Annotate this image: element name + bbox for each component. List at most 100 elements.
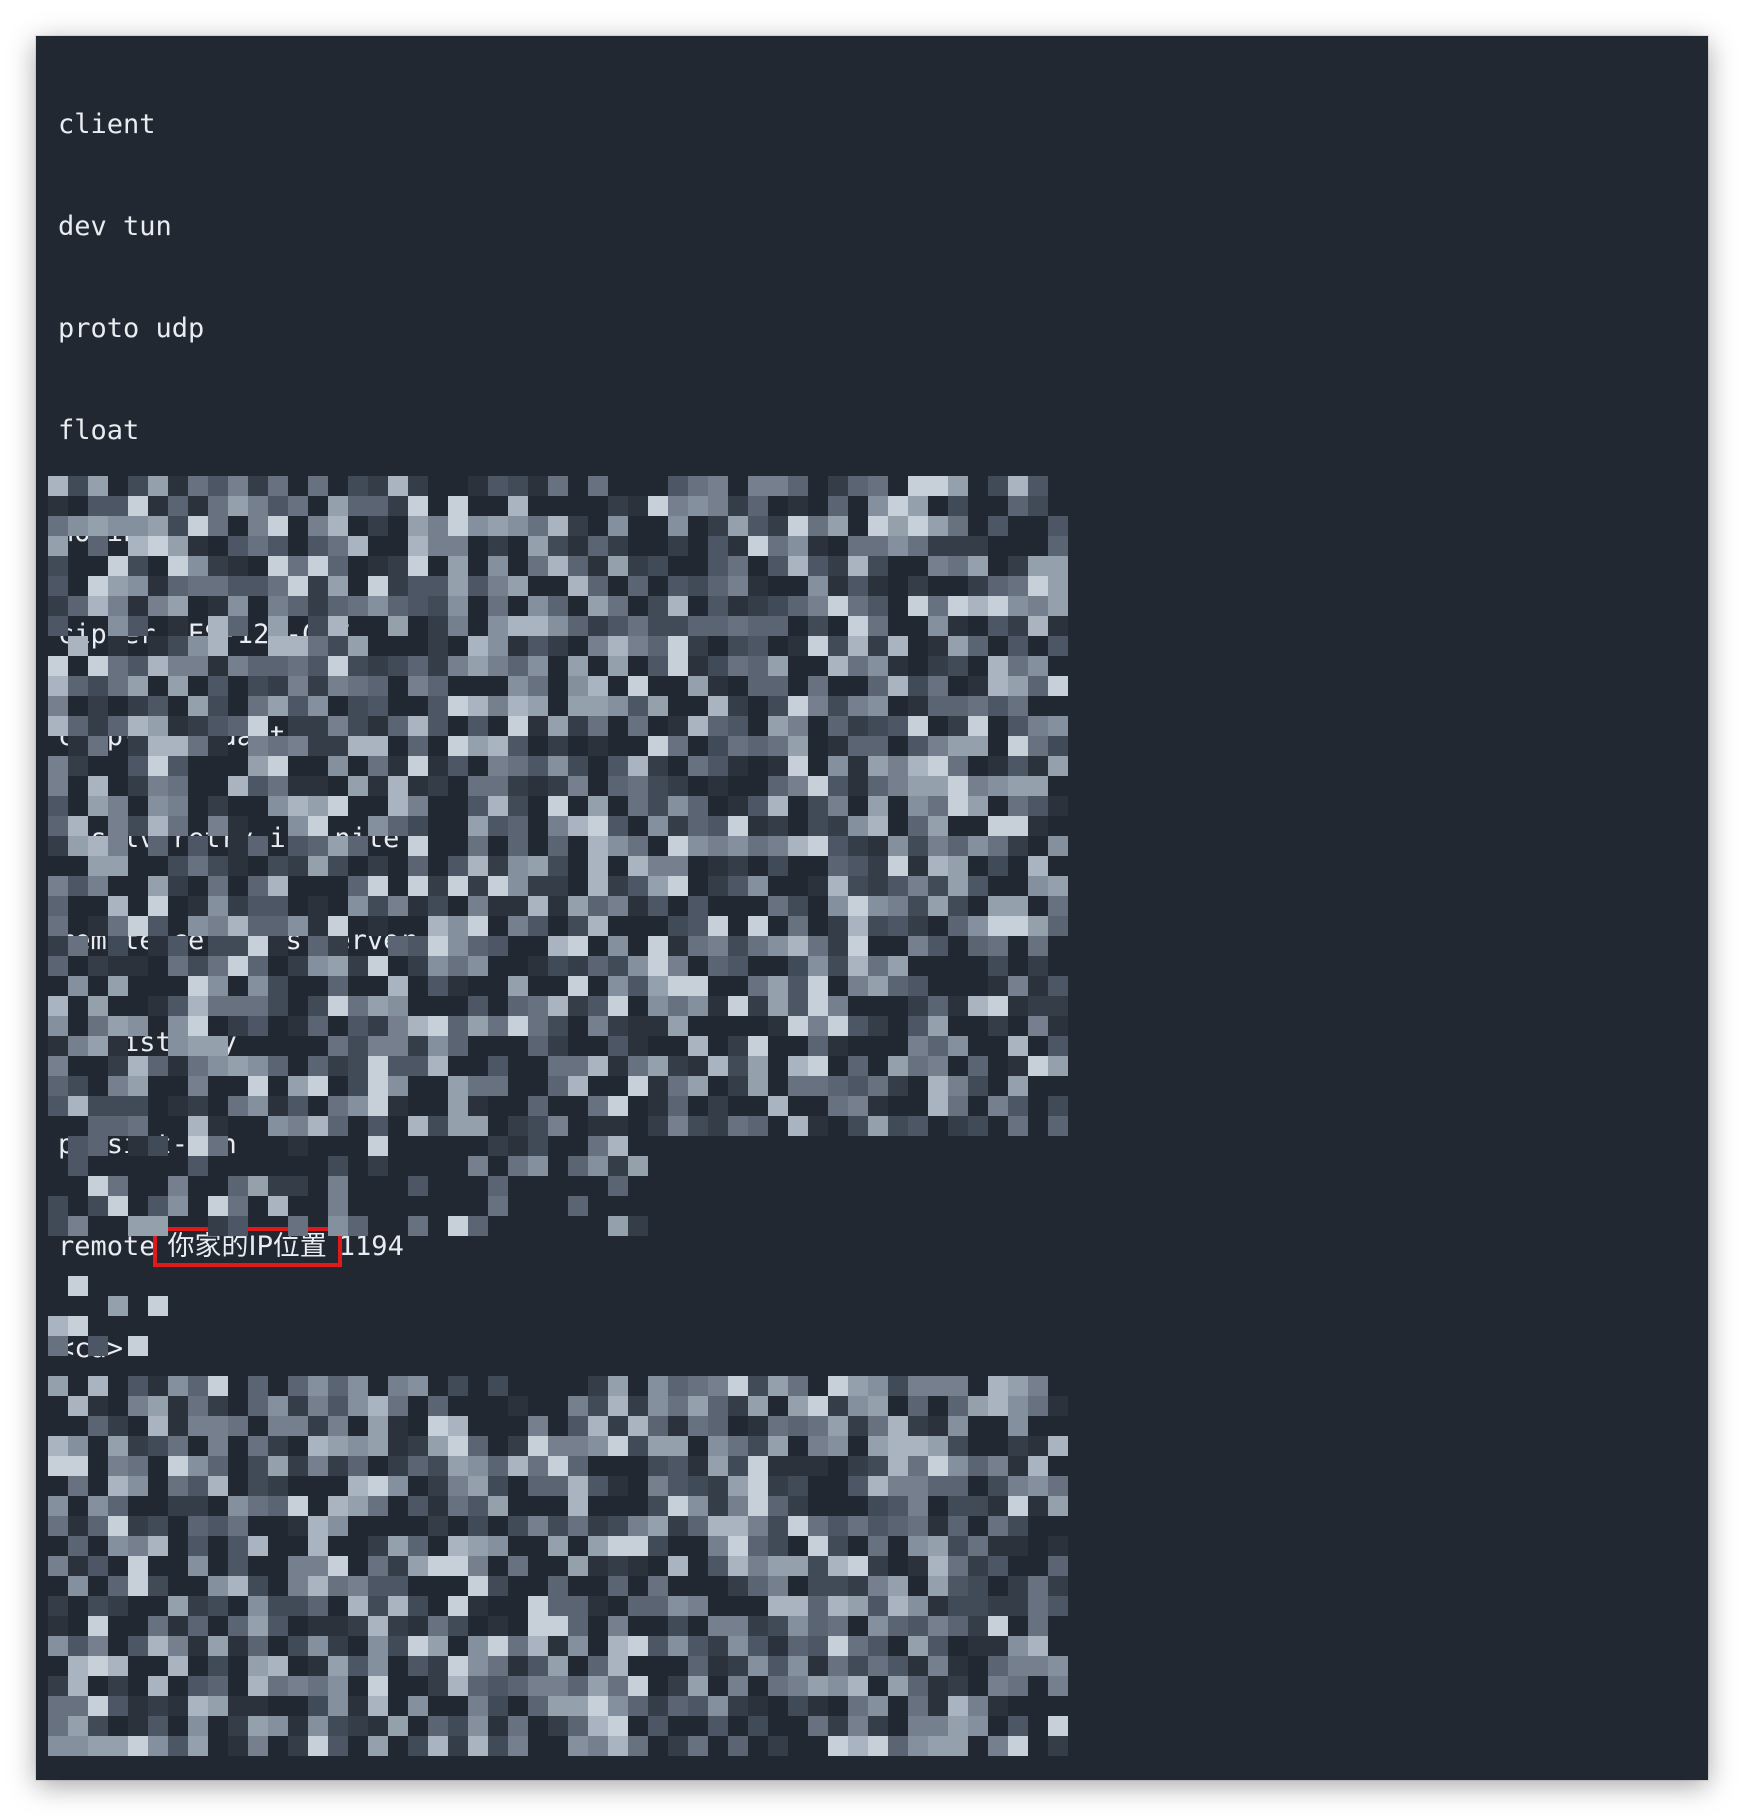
redaction-pixel [528,1016,548,1036]
redaction-pixel [308,676,328,696]
redaction-pixel [648,856,668,876]
redaction-pixel [188,476,208,496]
redaction-pixel [508,1676,528,1696]
redaction-pixel [348,736,368,756]
redaction-pixel [88,1036,108,1056]
redaction-pixel [148,656,168,676]
redaction-pixel [968,1536,988,1556]
redaction-pixel [708,716,728,736]
redaction-pixel [928,516,948,536]
redaction-pixel [1028,1656,1048,1676]
redaction-pixel [508,1636,528,1656]
redaction-pixel [548,736,568,756]
redaction-pixel [208,816,228,836]
redaction-pixel [668,1116,688,1136]
pixelated-redaction [48,476,1068,1756]
redaction-pixel [628,776,648,796]
redaction-pixel [808,1456,828,1476]
redaction-pixel [588,736,608,756]
redaction-pixel [788,1516,808,1536]
redaction-pixel [108,1196,128,1216]
redaction-pixel [168,1636,188,1656]
redaction-pixel [748,836,768,856]
redaction-pixel [328,1736,348,1756]
redaction-pixel [1008,816,1028,836]
redaction-pixel [208,1676,228,1696]
redaction-pixel [828,1416,848,1436]
redaction-pixel [468,636,488,656]
redaction-pixel [848,536,868,556]
redaction-pixel [548,716,568,736]
redaction-pixel [408,496,428,516]
redaction-pixel [828,496,848,516]
redaction-pixel [828,1556,848,1576]
redaction-pixel [48,1076,68,1096]
redaction-pixel [768,1596,788,1616]
redaction-pixel [328,1196,348,1216]
redaction-pixel [168,1416,188,1436]
redaction-pixel [228,1016,248,1036]
redaction-pixel [988,596,1008,616]
redaction-pixel [208,616,228,636]
redaction-pixel [308,696,328,716]
redaction-pixel [648,876,668,896]
redaction-pixel [908,496,928,516]
redaction-pixel [888,1676,908,1696]
redaction-pixel [508,676,528,696]
redaction-pixel [428,896,448,916]
redaction-pixel [888,896,908,916]
redaction-pixel [1048,1436,1068,1456]
redaction-pixel [188,1516,208,1536]
redaction-pixel [868,796,888,816]
redaction-pixel [988,756,1008,776]
redaction-pixel [268,736,288,756]
redaction-pixel [488,936,508,956]
redaction-pixel [908,1056,928,1076]
redaction-pixel [288,816,308,836]
redaction-pixel [748,536,768,556]
redaction-pixel [148,1296,168,1316]
redaction-pixel [588,1116,608,1136]
redaction-pixel [448,1716,468,1736]
redaction-pixel [488,896,508,916]
redaction-pixel [708,996,728,1016]
redaction-pixel [648,796,668,816]
redaction-pixel [68,1456,88,1476]
redaction-pixel [728,496,748,516]
redaction-pixel [828,736,848,756]
redaction-pixel [468,836,488,856]
redaction-pixel [188,1556,208,1576]
redaction-pixel [648,1056,668,1076]
redaction-pixel [388,496,408,516]
redaction-pixel [68,1096,88,1116]
redaction-pixel [788,916,808,936]
redaction-pixel [828,596,848,616]
redaction-pixel [48,1376,68,1396]
redaction-pixel [188,716,208,736]
redaction-pixel [388,1076,408,1096]
redaction-pixel [468,1516,488,1536]
redaction-pixel [968,716,988,736]
redaction-pixel [468,796,488,816]
redaction-pixel [1048,1576,1068,1596]
redaction-pixel [668,936,688,956]
redaction-pixel [528,1436,548,1456]
redaction-pixel [408,1556,428,1576]
redaction-pixel [408,1436,428,1456]
redaction-pixel [648,1716,668,1736]
redaction-pixel [828,936,848,956]
redaction-pixel [168,1016,188,1036]
redaction-pixel [848,1516,868,1536]
redaction-pixel [68,976,88,996]
redaction-pixel [788,1656,808,1676]
redaction-pixel [88,1616,108,1636]
redaction-pixel [148,1136,168,1156]
redaction-pixel [408,1016,428,1036]
redaction-pixel [608,1416,628,1436]
redaction-pixel [428,1016,448,1036]
redaction-pixel [1028,776,1048,796]
redaction-pixel [768,476,788,496]
redaction-pixel [108,1016,128,1036]
redaction-pixel [228,916,248,936]
redaction-pixel [908,1476,928,1496]
